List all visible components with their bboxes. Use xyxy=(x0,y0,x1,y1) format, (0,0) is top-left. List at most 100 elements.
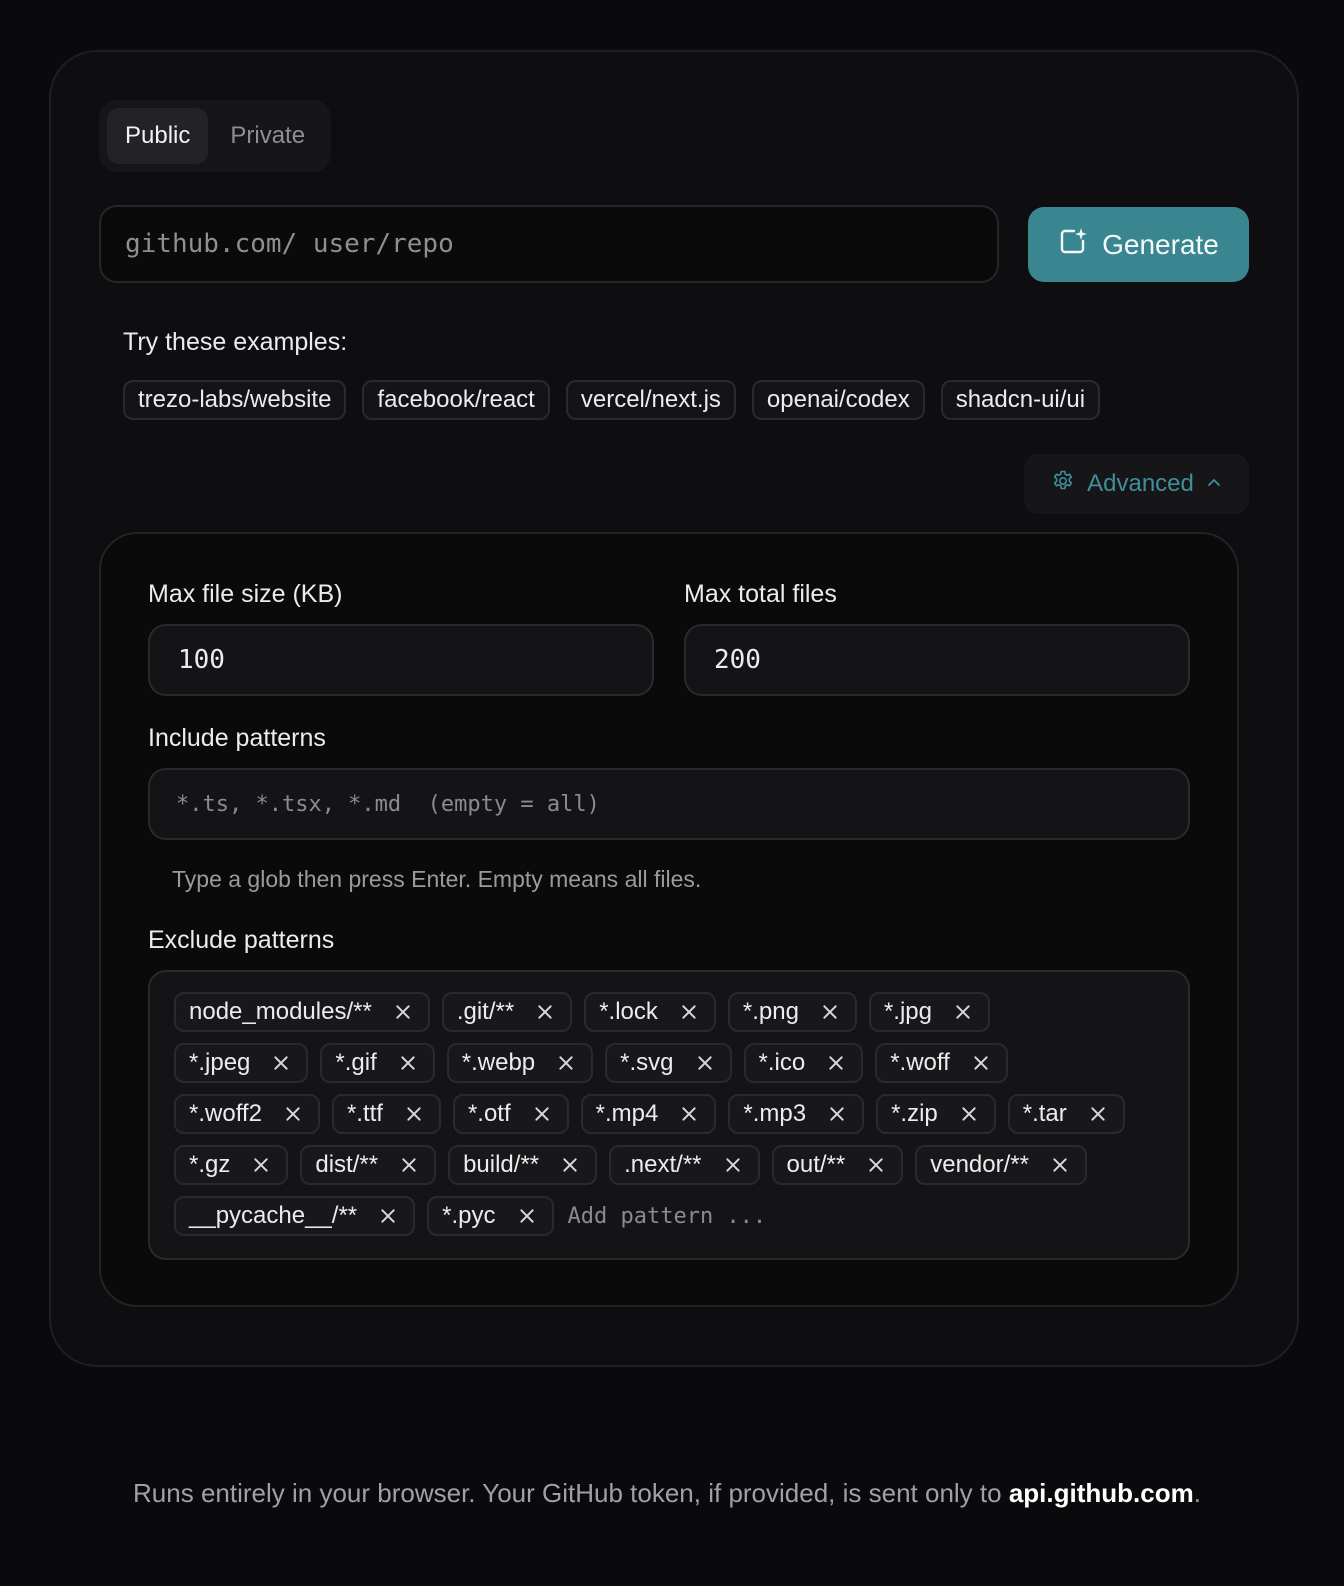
tag-label: *.woff xyxy=(890,1049,950,1076)
remove-tag-icon[interactable] xyxy=(534,1001,556,1023)
remove-tag-icon[interactable] xyxy=(678,1001,700,1023)
exclude-patterns-label: Exclude patterns xyxy=(148,926,335,954)
remove-tag-icon[interactable] xyxy=(559,1154,581,1176)
example-chip[interactable]: shadcn-ui/ui xyxy=(940,380,1101,420)
remove-tag-icon[interactable] xyxy=(678,1103,700,1125)
exclude-tag: *.lock xyxy=(584,992,716,1032)
tag-label: out/** xyxy=(786,1151,846,1178)
remove-tag-icon[interactable] xyxy=(398,1154,420,1176)
remove-tag-icon[interactable] xyxy=(722,1154,744,1176)
tag-label: *.otf xyxy=(467,1100,511,1127)
exclude-tag: *.ttf xyxy=(331,1094,441,1134)
tag-label: *.lock xyxy=(599,998,658,1025)
tag-row: node_modules/** .git/** *.lock *.png *.j… xyxy=(174,992,1164,1032)
remove-tag-icon[interactable] xyxy=(970,1052,992,1074)
remove-tag-icon[interactable] xyxy=(531,1103,553,1125)
exclude-tag: *.woff xyxy=(875,1043,1008,1083)
examples-list: trezo-labs/website facebook/react vercel… xyxy=(123,380,1101,420)
tag-label: *.pyc xyxy=(442,1202,496,1229)
exclude-tag: *.tar xyxy=(1007,1094,1125,1134)
exclude-tag: .next/** xyxy=(609,1145,760,1185)
remove-tag-icon[interactable] xyxy=(694,1052,716,1074)
exclude-tag: *.gz xyxy=(174,1145,289,1185)
tag-label: *.mp3 xyxy=(743,1100,807,1127)
tag-label: *.mp4 xyxy=(595,1100,659,1127)
example-chip[interactable]: openai/codex xyxy=(751,380,925,420)
tag-label: *.webp xyxy=(461,1049,536,1076)
remove-tag-icon[interactable] xyxy=(958,1103,980,1125)
chevron-up-icon xyxy=(1206,470,1222,498)
tag-row: __pycache__/** *.pyc Add pattern ... xyxy=(174,1196,1164,1236)
include-patterns-placeholder: *.ts, *.tsx, *.md (empty = all) xyxy=(176,791,600,817)
exclude-tag: *.ico xyxy=(743,1043,864,1083)
tag-row: *.gz dist/** build/** .next/** out/** ve… xyxy=(174,1145,1164,1185)
max-total-files-input[interactable]: 200 xyxy=(684,624,1190,696)
remove-tag-icon[interactable] xyxy=(952,1001,974,1023)
tag-label: node_modules/** xyxy=(189,998,372,1025)
remove-tag-icon[interactable] xyxy=(826,1103,848,1125)
generate-button[interactable]: Generate xyxy=(1028,207,1249,282)
remove-tag-icon[interactable] xyxy=(865,1154,887,1176)
tag-label: dist/** xyxy=(315,1151,379,1178)
footer-domain: api.github.com xyxy=(1008,1478,1194,1508)
remove-tag-icon[interactable] xyxy=(555,1052,577,1074)
tag-label: *.woff2 xyxy=(189,1100,262,1127)
remove-tag-icon[interactable] xyxy=(825,1052,847,1074)
public-tab[interactable]: Public xyxy=(107,108,209,164)
exclude-tag: *.mp3 xyxy=(728,1094,865,1134)
remove-tag-icon[interactable] xyxy=(377,1205,399,1227)
exclude-tag: *.otf xyxy=(452,1094,569,1134)
exclude-tag: *.png xyxy=(727,992,857,1032)
remove-tag-icon[interactable] xyxy=(516,1205,538,1227)
max-total-files-value: 200 xyxy=(714,645,761,675)
remove-tag-icon[interactable] xyxy=(1049,1154,1071,1176)
exclude-tag: *.jpg xyxy=(868,992,990,1032)
exclude-patterns-input[interactable]: node_modules/** .git/** *.lock *.png *.j… xyxy=(148,970,1190,1260)
remove-tag-icon[interactable] xyxy=(1087,1103,1109,1125)
exclude-tag: *.zip xyxy=(876,1094,996,1134)
tag-label: *.gz xyxy=(189,1151,231,1178)
exclude-tag: *.woff2 xyxy=(174,1094,320,1134)
footer-suffix: . xyxy=(1193,1478,1201,1508)
max-file-size-input[interactable]: 100 xyxy=(148,624,654,696)
advanced-toggle-button[interactable]: Advanced xyxy=(1024,454,1249,514)
tag-label: __pycache__/** xyxy=(189,1202,358,1229)
tag-label: *.ttf xyxy=(346,1100,383,1127)
visibility-toggle: Public Private xyxy=(99,100,332,172)
tag-label: *.png xyxy=(742,998,799,1025)
advanced-label: Advanced xyxy=(1087,470,1194,497)
exclude-tag: node_modules/** xyxy=(174,992,430,1032)
exclude-tag: vendor/** xyxy=(915,1145,1087,1185)
tag-label: *.svg xyxy=(620,1049,674,1076)
tag-label: build/** xyxy=(463,1151,540,1178)
remove-tag-icon[interactable] xyxy=(250,1154,272,1176)
exclude-tag: *.pyc xyxy=(427,1196,554,1236)
example-chip[interactable]: vercel/next.js xyxy=(565,380,736,420)
include-patterns-label: Include patterns xyxy=(148,724,326,752)
remove-tag-icon[interactable] xyxy=(270,1052,292,1074)
tag-label: *.zip xyxy=(891,1100,938,1127)
remove-tag-icon[interactable] xyxy=(403,1103,425,1125)
add-pattern-input[interactable]: Add pattern ... xyxy=(568,1204,767,1229)
example-chip[interactable]: facebook/react xyxy=(362,380,550,420)
remove-tag-icon[interactable] xyxy=(397,1052,419,1074)
exclude-tag: *.jpeg xyxy=(174,1043,309,1083)
max-file-size-label: Max file size (KB) xyxy=(148,580,343,608)
exclude-tag: __pycache__/** xyxy=(174,1196,416,1236)
repo-url-placeholder: github.com/ user/repo xyxy=(125,229,454,259)
repo-url-input[interactable]: github.com/ user/repo xyxy=(99,205,999,283)
advanced-panel: Max file size (KB) 100 Max total files 2… xyxy=(99,532,1239,1307)
tag-label: vendor/** xyxy=(930,1151,1029,1178)
tag-label: *.ico xyxy=(758,1049,806,1076)
private-tab[interactable]: Private xyxy=(212,108,323,164)
remove-tag-icon[interactable] xyxy=(392,1001,414,1023)
include-patterns-input[interactable]: *.ts, *.tsx, *.md (empty = all) xyxy=(148,768,1190,840)
exclude-tag: .git/** xyxy=(441,992,573,1032)
exclude-tag: *.mp4 xyxy=(580,1094,717,1134)
example-chip[interactable]: trezo-labs/website xyxy=(123,380,347,420)
tag-label: .next/** xyxy=(624,1151,702,1178)
remove-tag-icon[interactable] xyxy=(282,1103,304,1125)
main-card: Public Private github.com/ user/repo Gen… xyxy=(49,50,1299,1367)
remove-tag-icon[interactable] xyxy=(819,1001,841,1023)
exclude-tag: out/** xyxy=(771,1145,904,1185)
